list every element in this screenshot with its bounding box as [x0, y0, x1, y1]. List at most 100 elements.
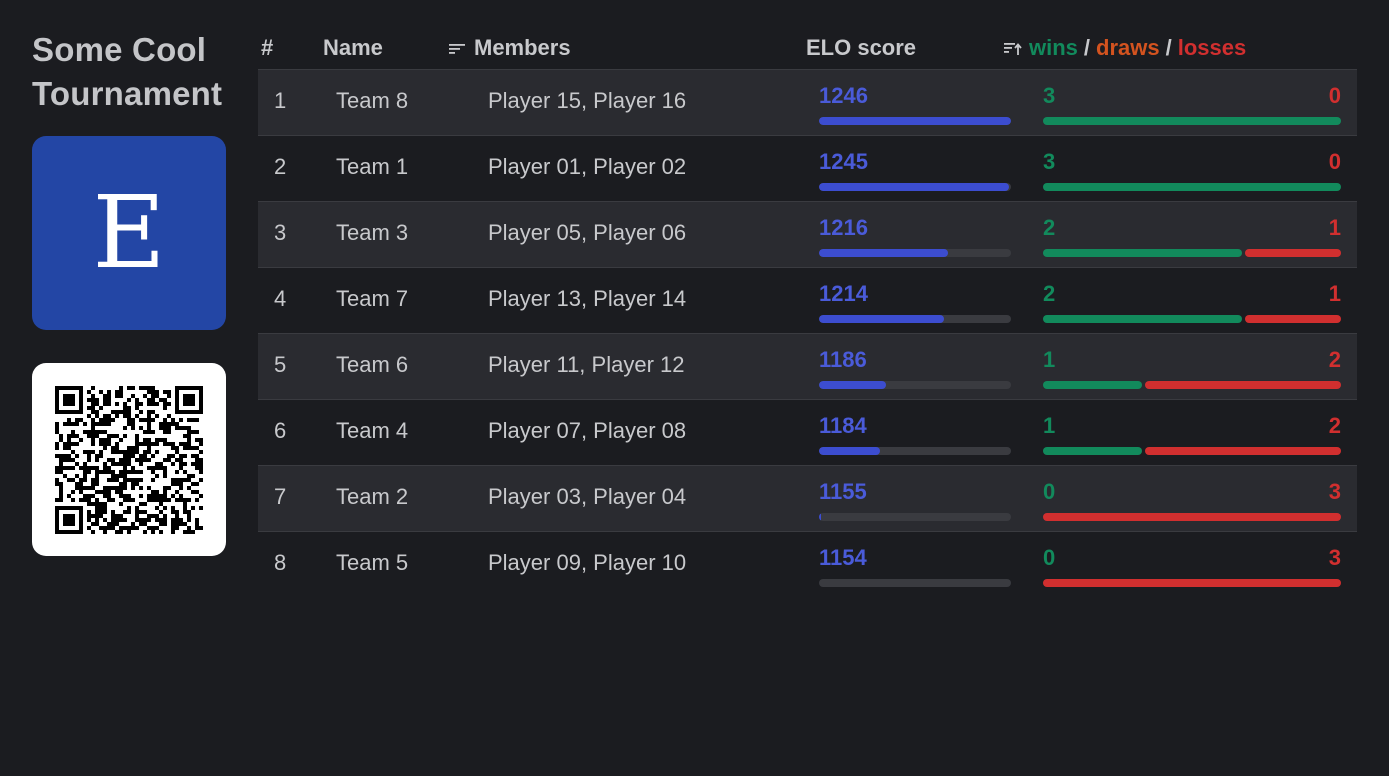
row-rank: 6	[274, 418, 287, 443]
row-team-name: Team 4	[336, 418, 409, 443]
row-wins: 3	[1043, 149, 1056, 174]
sort-icon	[449, 44, 465, 54]
row-wins: 1	[1043, 347, 1056, 372]
row-members: Player 01, Player 02	[488, 154, 687, 179]
win-loss-bar	[1043, 381, 1341, 389]
table-row[interactable]: 3 Team 3 Player 05, Player 06 1216 2 1	[258, 202, 1357, 268]
row-rank: 5	[274, 352, 287, 377]
row-team-name: Team 2	[336, 484, 409, 509]
win-bar-fill	[1043, 447, 1143, 455]
win-loss-bar	[1043, 447, 1341, 455]
elo-bar	[819, 117, 1011, 125]
elo-bar-fill	[819, 381, 887, 389]
row-elo-score: 1246	[819, 83, 868, 108]
row-elo-score: 1154	[819, 545, 867, 570]
row-members: Player 11, Player 12	[488, 352, 685, 377]
header-members-label: Members	[474, 35, 571, 60]
row-losses: 1	[1328, 215, 1341, 240]
loss-bar-fill	[1145, 447, 1341, 455]
table-row[interactable]: 8 Team 5 Player 09, Player 10 1154 0 3	[258, 532, 1357, 597]
win-loss-bar	[1043, 579, 1341, 587]
row-rank: 3	[274, 220, 287, 245]
table-row[interactable]: 6 Team 4 Player 07, Player 08 1184 1 2	[258, 400, 1357, 466]
win-bar-fill	[1043, 315, 1242, 323]
elo-bar	[819, 579, 1011, 587]
row-elo-score: 1184	[819, 413, 867, 438]
header-wdl[interactable]: wins / draws / losses	[1003, 35, 1246, 61]
header-name[interactable]: Name	[323, 35, 383, 61]
win-bar-fill	[1043, 117, 1341, 125]
row-members: Player 13, Player 14	[488, 286, 687, 311]
win-loss-bar	[1043, 183, 1341, 191]
table-row[interactable]: 2 Team 1 Player 01, Player 02 1245 3 0	[258, 136, 1357, 202]
row-wins: 1	[1043, 413, 1056, 438]
row-losses: 3	[1328, 479, 1341, 504]
win-loss-bar	[1043, 249, 1341, 257]
row-losses: 1	[1328, 281, 1341, 306]
row-losses: 3	[1328, 545, 1341, 570]
win-bar-fill	[1043, 183, 1341, 191]
standings-table: # Name Members ELO score wins / draws / …	[258, 28, 1357, 597]
row-wins: 0	[1043, 545, 1056, 570]
elo-bar-fill	[819, 249, 948, 257]
tournament-logo: E	[32, 136, 226, 330]
row-team-name: Team 8	[336, 88, 409, 113]
elo-bar	[819, 447, 1011, 455]
row-rank: 2	[274, 154, 287, 179]
elo-bar	[819, 249, 1011, 257]
elo-bar	[819, 381, 1011, 389]
row-rank: 1	[274, 88, 287, 113]
row-elo-score: 1155	[819, 479, 867, 504]
row-rank: 8	[274, 550, 287, 575]
header-losses: losses	[1177, 35, 1247, 60]
row-losses: 0	[1328, 83, 1341, 108]
header-rank[interactable]: #	[261, 35, 273, 61]
logo-letter: E	[92, 174, 166, 291]
elo-bar	[819, 183, 1011, 191]
row-wins: 2	[1043, 215, 1056, 240]
qr-code-icon	[55, 385, 203, 534]
row-wins: 0	[1043, 479, 1056, 504]
table-row[interactable]: 7 Team 2 Player 03, Player 04 1155 0 3	[258, 466, 1357, 532]
loss-bar-fill	[1145, 381, 1341, 389]
header-wins: wins	[1029, 35, 1078, 60]
loss-bar-fill	[1043, 579, 1341, 587]
win-loss-bar	[1043, 513, 1341, 521]
win-loss-bar	[1043, 315, 1341, 323]
row-elo-score: 1186	[819, 347, 867, 372]
row-members: Player 09, Player 10	[488, 550, 687, 575]
header-elo[interactable]: ELO score	[806, 35, 916, 61]
row-members: Player 05, Player 06	[488, 220, 687, 245]
row-losses: 0	[1328, 149, 1341, 174]
sort-ascending-icon	[1004, 43, 1022, 55]
table-row[interactable]: 1 Team 8 Player 15, Player 16 1246 3 0	[258, 70, 1357, 136]
elo-bar	[819, 513, 1011, 521]
row-members: Player 03, Player 04	[488, 484, 687, 509]
win-loss-bar	[1043, 117, 1341, 125]
row-losses: 2	[1328, 347, 1341, 372]
row-wins: 3	[1043, 83, 1056, 108]
sidebar: Some Cool Tournament E	[32, 28, 226, 556]
row-team-name: Team 1	[336, 154, 409, 179]
table-row[interactable]: 5 Team 6 Player 11, Player 12 1186 1 2	[258, 334, 1357, 400]
header-members[interactable]: Members	[448, 35, 571, 61]
row-elo-score: 1245	[819, 149, 868, 174]
elo-bar	[819, 315, 1011, 323]
header-draws: draws	[1096, 35, 1160, 60]
elo-bar-fill	[819, 513, 821, 521]
win-bar-fill	[1043, 381, 1143, 389]
table-body: 1 Team 8 Player 15, Player 16 1246 3 0 2 Team 1…	[258, 69, 1357, 597]
elo-bar-fill	[819, 117, 1011, 125]
row-rank: 7	[274, 484, 287, 509]
loss-bar-fill	[1043, 513, 1341, 521]
row-elo-score: 1216	[819, 215, 868, 240]
table-row[interactable]: 4 Team 7 Player 13, Player 14 1214 2 1	[258, 268, 1357, 334]
row-team-name: Team 7	[336, 286, 409, 311]
qr-code	[32, 363, 226, 556]
loss-bar-fill	[1244, 249, 1341, 257]
row-members: Player 07, Player 08	[488, 418, 687, 443]
row-elo-score: 1214	[819, 281, 868, 306]
elo-bar-fill	[819, 447, 881, 455]
tournament-title: Some Cool Tournament	[32, 31, 223, 112]
row-wins: 2	[1043, 281, 1056, 306]
